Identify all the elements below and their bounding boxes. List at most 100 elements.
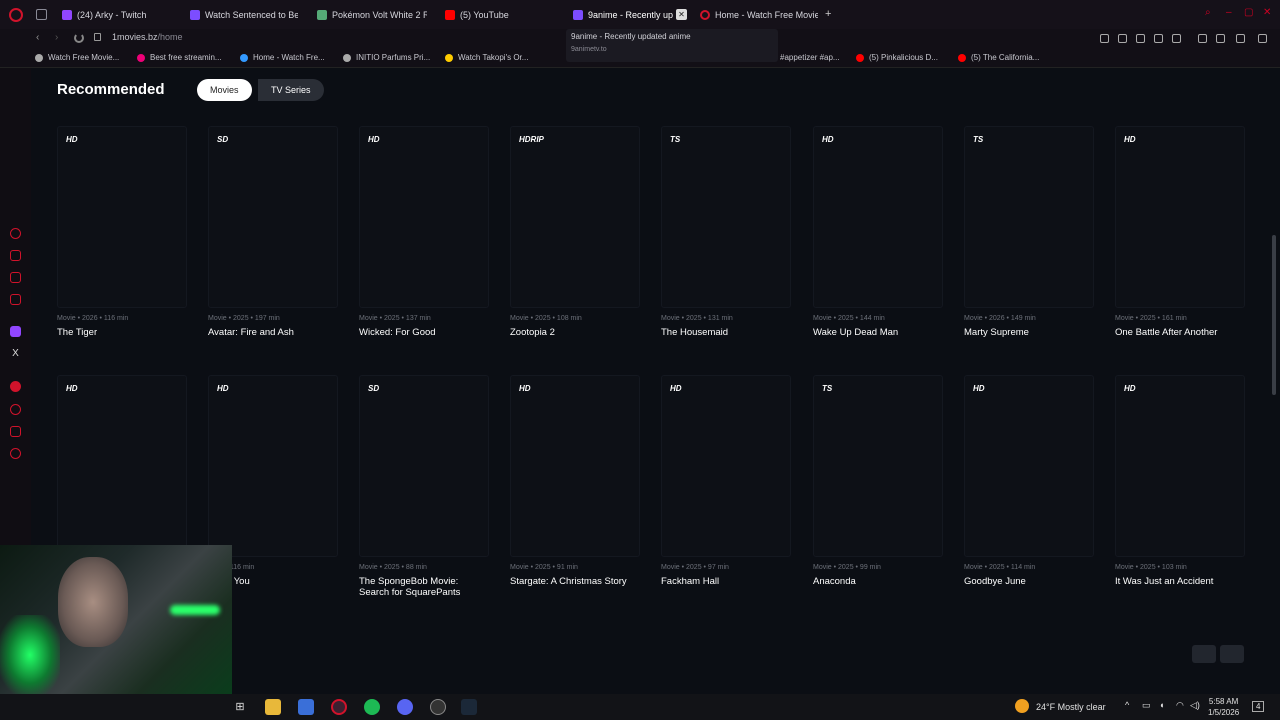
bookmark-icon[interactable]: [1100, 34, 1109, 43]
movie-card[interactable]: HD Movie • 2025 • 103 min It Was Just an A…: [1115, 375, 1245, 587]
tab-9anime[interactable]: 9anime - Recently updated: [573, 6, 673, 24]
bookmark-item[interactable]: (5) The California...: [958, 53, 1039, 62]
movie-title[interactable]: One Battle After Another: [1115, 327, 1245, 338]
tab-youtube[interactable]: (5) YouTube: [445, 6, 555, 24]
history-icon[interactable]: [10, 404, 21, 415]
back-icon[interactable]: ‹: [36, 32, 39, 43]
movie-card[interactable]: TS Movie • 2026 • 149 min Marty Supreme: [964, 126, 1094, 338]
bookmark-item[interactable]: Watch Free Movie...: [35, 53, 119, 62]
movie-card[interactable]: HD Movie • 2026 • 116 min The Tiger: [57, 126, 187, 338]
spotify-icon[interactable]: [10, 381, 21, 392]
tab-menu-icon[interactable]: [36, 9, 47, 20]
bookmark-item[interactable]: Watch Takopi's Or...: [445, 53, 528, 62]
headset-icon[interactable]: ◠: [1176, 700, 1184, 711]
movie-title[interactable]: It Was Just an Accident: [1115, 576, 1245, 587]
heart-icon[interactable]: [1172, 34, 1181, 43]
movie-title[interactable]: Goodbye June: [964, 576, 1094, 587]
tab-twitch[interactable]: (24) Arky - Twitch: [62, 6, 182, 24]
poster[interactable]: HD: [510, 375, 640, 557]
bookmark-item[interactable]: Best free streamin...: [137, 53, 222, 62]
movie-title[interactable]: Fackham Hall: [661, 576, 791, 587]
bookmark-item[interactable]: INITIO Parfums Pri...: [343, 53, 430, 62]
movie-title[interactable]: Wake Up Dead Man: [813, 327, 943, 338]
page-scrollbar[interactable]: [1272, 235, 1276, 395]
movie-title[interactable]: Avatar: Fire and Ash: [208, 327, 338, 338]
weather-icon[interactable]: [1015, 699, 1029, 713]
tv-series-toggle[interactable]: TV Series: [258, 79, 324, 101]
task-view-icon[interactable]: ⊞: [232, 699, 248, 715]
poster[interactable]: TS: [661, 126, 791, 308]
taskbar-clock[interactable]: 5:58 AM 1/5/2026: [1208, 696, 1239, 718]
poster[interactable]: HDRIP: [510, 126, 640, 308]
poster[interactable]: HD: [1115, 126, 1245, 308]
tray-chevron-icon[interactable]: ^: [1125, 700, 1129, 710]
settings-icon[interactable]: [10, 448, 21, 459]
maximize-icon[interactable]: ▢: [1244, 8, 1254, 18]
poster[interactable]: HD: [813, 126, 943, 308]
close-tab-icon[interactable]: ✕: [676, 9, 687, 20]
movie-card[interactable]: HD Movie • 2025 • 161 min One Battle After…: [1115, 126, 1245, 338]
movie-title[interactable]: The Tiger: [57, 327, 187, 338]
search-tabs-icon[interactable]: ⌕: [1205, 8, 1215, 18]
file-explorer-icon[interactable]: [265, 699, 281, 715]
movie-title[interactable]: Marty Supreme: [964, 327, 1094, 338]
poster[interactable]: SD: [359, 375, 489, 557]
tab-home-movies[interactable]: Home - Watch Free Movies: [700, 6, 818, 24]
poster[interactable]: HD: [661, 375, 791, 557]
snapshot-icon[interactable]: [1118, 34, 1127, 43]
movie-title[interactable]: Wicked: For Good: [359, 327, 489, 338]
movie-card[interactable]: HD Movie • 2025 • 91 min Stargate: A Chris…: [510, 375, 640, 587]
movie-card[interactable]: SD Movie • 2025 • 88 min The SpongeBob Mov…: [359, 375, 489, 598]
poster[interactable]: TS: [813, 375, 943, 557]
movie-card[interactable]: HDRIP Movie • 2025 • 108 min Zootopia 2: [510, 126, 640, 338]
movie-card[interactable]: HD Movie • 2025 • 144 min Wake Up Dead Man: [813, 126, 943, 338]
network-icon[interactable]: ▭: [1142, 700, 1151, 711]
close-window-icon[interactable]: ✕: [1263, 8, 1273, 18]
movie-card[interactable]: TS Movie • 2025 • 99 min Anaconda: [813, 375, 943, 587]
movie-card[interactable]: HD: [57, 375, 187, 564]
movie-card[interactable]: TS Movie • 2025 • 131 min The Housemaid: [661, 126, 791, 338]
extensions-icon[interactable]: [10, 426, 21, 437]
movies-toggle[interactable]: Movies: [197, 79, 252, 101]
poster[interactable]: HD: [57, 375, 187, 557]
poster[interactable]: HD: [57, 126, 187, 308]
minimize-icon[interactable]: –: [1226, 8, 1236, 18]
tab-sentenced[interactable]: Watch Sentenced to Be a Hero: [190, 6, 298, 24]
url-field[interactable]: 1movies.bz/home: [112, 32, 183, 42]
shopping-icon[interactable]: [10, 250, 21, 261]
movie-title[interactable]: The SpongeBob Movie: Search for SquarePa…: [359, 576, 489, 598]
opera-logo-icon[interactable]: [9, 8, 23, 22]
weather-text[interactable]: 24°F Mostly clear: [1036, 702, 1106, 712]
movie-title[interactable]: Zootopia 2: [510, 327, 640, 338]
bookmark-item[interactable]: (5) Pinkalicious D...: [856, 53, 938, 62]
steam-icon[interactable]: [461, 699, 477, 715]
next-page-button[interactable]: [1220, 645, 1244, 663]
opera-gx-icon[interactable]: [331, 699, 347, 715]
download-icon[interactable]: [1216, 34, 1225, 43]
poster[interactable]: SD: [208, 126, 338, 308]
poster[interactable]: HD: [359, 126, 489, 308]
poster[interactable]: TS: [964, 126, 1094, 308]
store-icon[interactable]: [298, 699, 314, 715]
movie-title[interactable]: Anaconda: [813, 576, 943, 587]
movie-card[interactable]: HD Movie • 2025 • 97 min Fackham Hall: [661, 375, 791, 587]
forward-icon[interactable]: ›: [55, 32, 58, 43]
games-icon[interactable]: [10, 272, 21, 283]
volume-icon[interactable]: ◁): [1190, 700, 1200, 711]
movie-title[interactable]: Stargate: A Christmas Story: [510, 576, 640, 587]
movie-title[interactable]: The Housemaid: [661, 327, 791, 338]
poster[interactable]: HD: [964, 375, 1094, 557]
movie-card[interactable]: HD Movie • 2025 • 137 min Wicked: For Good: [359, 126, 489, 338]
menu-icon[interactable]: [1258, 34, 1267, 43]
loading-spinner-icon[interactable]: [74, 33, 84, 43]
twitch-icon[interactable]: [10, 326, 21, 337]
tab-pokemon[interactable]: Pokémon Volt White 2 Re: [317, 6, 427, 24]
new-tab-button[interactable]: +: [825, 8, 831, 20]
profile-icon[interactable]: [1198, 34, 1207, 43]
player-icon[interactable]: [1154, 34, 1163, 43]
poster[interactable]: HD: [1115, 375, 1245, 557]
bookmark-item[interactable]: Home - Watch Fre...: [240, 53, 325, 62]
spotify-icon[interactable]: [364, 699, 380, 715]
prev-page-button[interactable]: [1192, 645, 1216, 663]
notification-button[interactable]: 4: [1252, 701, 1265, 712]
